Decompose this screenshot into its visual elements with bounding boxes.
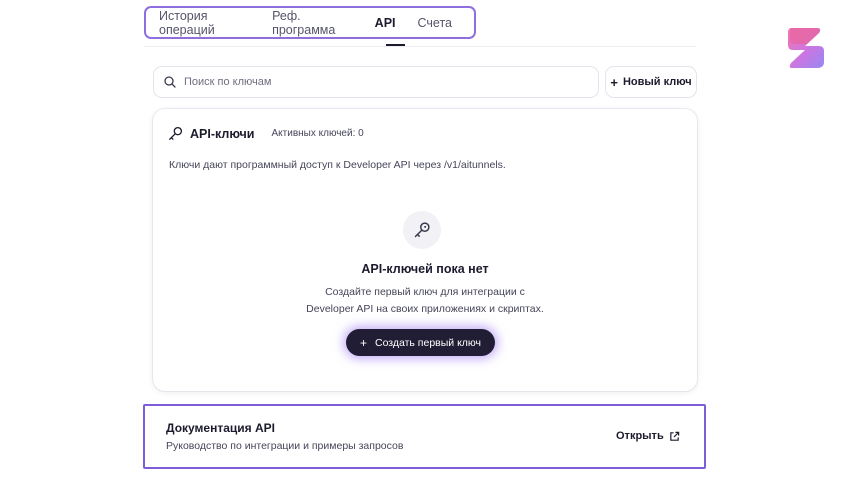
docs-title: Документация API xyxy=(166,421,275,435)
api-docs-card[interactable]: Документация API Руководство по интеграц… xyxy=(143,404,706,469)
card-title: API-ключи xyxy=(190,126,255,141)
create-first-key-label: Создать первый ключ xyxy=(374,336,482,349)
active-keys-count: Активных ключей: 0 xyxy=(271,128,364,139)
tab-api[interactable]: API xyxy=(375,16,396,30)
tab-bar: История операций Реф. программа API Счет… xyxy=(144,6,476,39)
card-header: API-ключи Активных ключей: 0 xyxy=(168,126,364,141)
plus-icon: + xyxy=(359,335,367,350)
brand-logo xyxy=(787,26,825,70)
docs-open-label: Открыть xyxy=(616,430,664,442)
card-description: Ключи дают программный доступ к Develope… xyxy=(169,159,506,171)
empty-state-text-line1: Создайте первый ключ для интеграции с xyxy=(325,286,525,298)
new-key-label: Новый ключ xyxy=(622,76,692,88)
create-first-key-button[interactable]: + Создать первый ключ xyxy=(346,329,495,356)
tabs-divider xyxy=(144,46,696,47)
search-box[interactable] xyxy=(153,66,599,98)
key-icon xyxy=(169,126,183,140)
tab-invoices[interactable]: Счета xyxy=(418,16,452,30)
api-keys-card: API-ключи Активных ключей: 0 Ключи дают … xyxy=(153,109,697,391)
search-input[interactable] xyxy=(184,76,598,88)
tab-referral-program[interactable]: Реф. программа xyxy=(272,9,353,37)
search-icon xyxy=(164,76,176,88)
empty-state-key-icon xyxy=(403,211,441,249)
new-key-button[interactable]: + Новый ключ xyxy=(605,66,697,98)
plus-icon: + xyxy=(610,74,618,90)
empty-state-text: Создайте первый ключ для интеграции с De… xyxy=(153,284,697,318)
empty-state-title: API-ключей пока нет xyxy=(361,262,489,276)
docs-subtitle: Руководство по интеграции и примеры запр… xyxy=(166,440,404,452)
external-link-icon xyxy=(669,431,679,441)
empty-state-text-line2: Developer API на своих приложениях и скр… xyxy=(306,303,544,315)
docs-open-link[interactable]: Открыть xyxy=(616,430,680,442)
tab-operations-history[interactable]: История операций xyxy=(159,9,250,37)
